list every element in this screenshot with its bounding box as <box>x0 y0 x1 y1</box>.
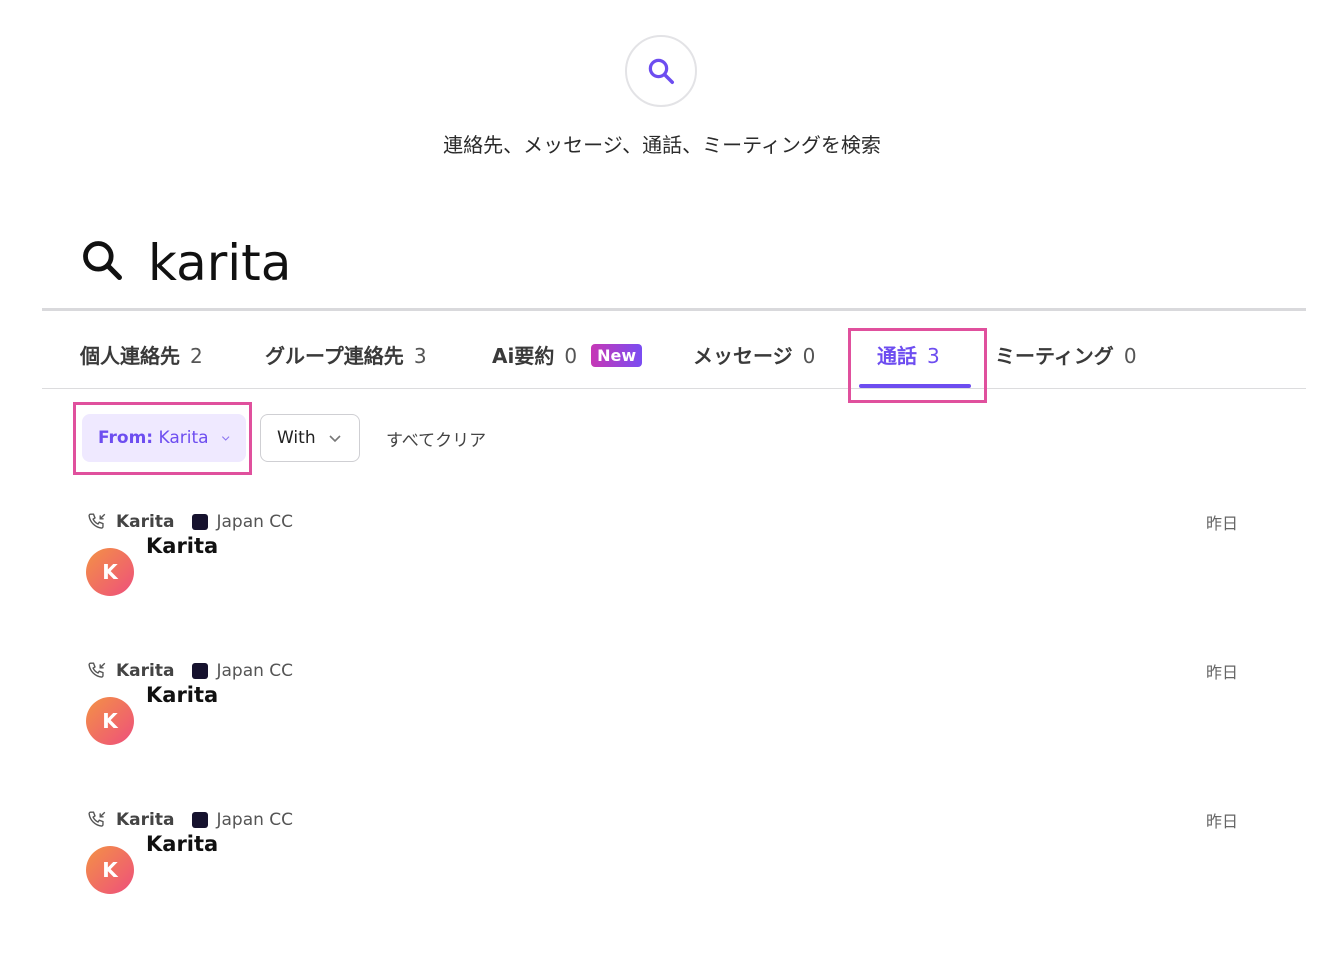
tab-label: Ai要約 <box>492 344 555 368</box>
page-title: 連絡先、メッセージ、通話、ミーティングを検索 <box>443 133 881 157</box>
tab-calls[interactable]: 通話 3 <box>859 340 971 388</box>
from-filter-value: Karita <box>158 428 209 448</box>
chevron-down-icon <box>221 436 230 441</box>
call-meta: Karita Japan CC <box>86 510 293 534</box>
tab-count: 0 <box>802 344 816 368</box>
active-tab-indicator <box>859 384 971 388</box>
tab-personal-contacts[interactable]: 個人連絡先 2 <box>80 340 203 388</box>
search-icon <box>83 241 122 280</box>
with-filter-label: With <box>277 428 316 448</box>
tab-count: 2 <box>190 344 203 368</box>
tab-label: 個人連絡先 <box>80 344 180 368</box>
incoming-call-icon <box>88 513 106 529</box>
hero-search-icon <box>625 35 697 107</box>
search-bar <box>42 222 1306 311</box>
call-meta: Karita Japan CC <box>86 808 293 832</box>
group-color-badge <box>192 812 209 828</box>
call-date: 昨日 <box>1205 812 1238 831</box>
tab-messages[interactable]: メッセージ 0 <box>693 340 815 388</box>
tab-group-contacts[interactable]: グループ連絡先 3 <box>265 340 427 388</box>
call-result-item[interactable]: Karita Japan CC 昨日 K Karita <box>86 510 1246 630</box>
from-filter-label: From: <box>98 428 154 448</box>
tab-ai-summary[interactable]: Ai要約 0 New <box>492 340 643 388</box>
caller-name: Karita <box>116 810 175 830</box>
from-filter-dropdown[interactable]: From: Karita <box>82 414 246 462</box>
group-name: Japan CC <box>216 512 294 532</box>
avatar: K <box>86 697 134 745</box>
contact-name: Karita <box>146 832 219 856</box>
tab-label: 通話 <box>877 344 917 368</box>
call-result-item[interactable]: Karita Japan CC 昨日 K Karita <box>86 808 1246 928</box>
tab-count: 3 <box>927 344 940 368</box>
call-date: 昨日 <box>1205 663 1238 682</box>
tab-label: メッセージ <box>693 344 793 368</box>
group-color-badge <box>192 663 209 679</box>
avatar: K <box>86 846 134 894</box>
tab-count: 3 <box>413 344 427 368</box>
clear-all-button[interactable]: すべてクリア <box>386 426 486 451</box>
contact-name: Karita <box>146 683 219 707</box>
contact-name: Karita <box>146 534 219 558</box>
search-page: 連絡先、メッセージ、通話、ミーティングを検索 個人連絡先 2 グループ連絡先 3 A… <box>0 0 1334 954</box>
incoming-call-icon <box>88 811 106 827</box>
avatar: K <box>86 548 134 596</box>
chevron-down-icon <box>329 435 341 443</box>
tab-label: ミーティング <box>995 344 1114 368</box>
incoming-call-icon <box>88 662 106 678</box>
tab-count: 0 <box>564 344 578 368</box>
search-input[interactable] <box>148 228 1048 298</box>
tab-meetings[interactable]: ミーティング 0 <box>995 340 1137 388</box>
call-meta: Karita Japan CC <box>86 659 293 683</box>
tab-count: 0 <box>1123 344 1137 368</box>
tab-label: グループ連絡先 <box>265 344 404 368</box>
group-name: Japan CC <box>216 810 294 830</box>
group-name: Japan CC <box>216 661 294 681</box>
new-badge: New <box>591 344 643 367</box>
group-color-badge <box>192 514 209 530</box>
call-result-item[interactable]: Karita Japan CC 昨日 K Karita <box>86 659 1246 779</box>
caller-name: Karita <box>116 661 175 681</box>
search-icon <box>648 58 674 84</box>
call-date: 昨日 <box>1205 514 1238 533</box>
result-tabs: 個人連絡先 2 グループ連絡先 3 Ai要約 0 New メッセージ 0 通話 3 ミーティ… <box>42 320 1306 389</box>
caller-name: Karita <box>116 512 175 532</box>
with-filter-dropdown[interactable]: With <box>260 414 360 462</box>
